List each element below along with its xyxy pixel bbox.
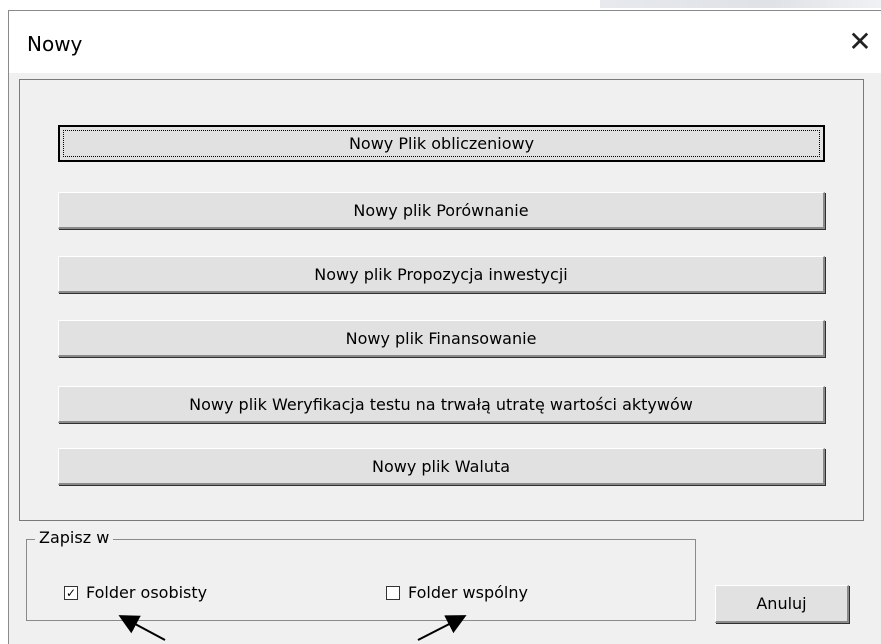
button-label: Nowy plik Weryfikacja testu na trwałą ut… [189, 394, 693, 414]
shared-folder-checkbox[interactable]: Folder wspólny [386, 583, 528, 602]
button-label: Nowy plik Porównanie [353, 200, 529, 220]
close-icon[interactable]: ✕ [840, 21, 880, 61]
new-comparison-file-button[interactable]: Nowy plik Porównanie [58, 192, 825, 229]
personal-folder-checkbox[interactable]: Folder osobisty [64, 583, 207, 602]
new-calculation-file-button[interactable]: Nowy Plik obliczeniowy [58, 125, 825, 162]
button-label: Nowy plik Propozycja inwestycji [314, 264, 568, 284]
focus-ring [63, 130, 820, 157]
title-bar: Nowy ✕ [9, 11, 881, 73]
new-financing-file-button[interactable]: Nowy plik Finansowanie [58, 320, 825, 357]
checkbox-label: Folder osobisty [86, 583, 208, 602]
save-in-legend: Zapisz w [35, 528, 114, 547]
checkbox-checked-icon[interactable] [64, 585, 78, 600]
button-label: Anuluj [756, 594, 807, 613]
dialog-title: Nowy [27, 32, 83, 56]
background-window-content [600, 0, 881, 8]
new-currency-file-button[interactable]: Nowy plik Waluta [58, 448, 825, 485]
button-label: Nowy plik Waluta [371, 456, 511, 476]
new-investment-proposal-file-button[interactable]: Nowy plik Propozycja inwestycji [58, 256, 825, 293]
new-impairment-test-file-button[interactable]: Nowy plik Weryfikacja testu na trwałą ut… [58, 386, 825, 423]
save-in-group: Zapisz w Folder osobisty Folder wspólny [26, 528, 696, 621]
cancel-button[interactable]: Anuluj [715, 585, 849, 623]
checkbox-unchecked-icon[interactable] [386, 585, 400, 600]
button-label: Nowy plik Finansowanie [345, 328, 537, 348]
checkbox-label: Folder wspólny [408, 583, 528, 602]
